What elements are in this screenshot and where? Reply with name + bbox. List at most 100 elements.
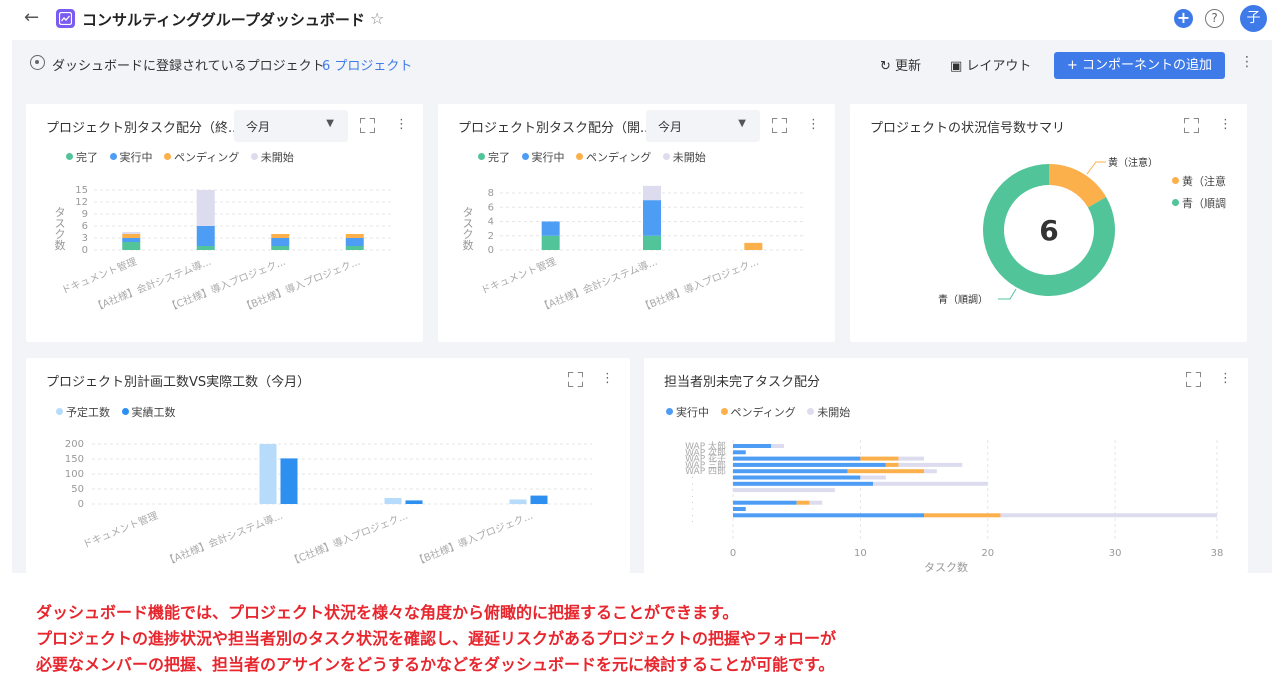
y-tick-label: 9 [82,209,88,220]
y-tick-label: 200 [65,439,84,450]
x-tick-label: 【B社様】導入プロジェク... [240,255,362,314]
y-axis-label-char: 数 [463,239,474,252]
caption-line: ダッシュボード機能では、プロジェクト状況を様々な角度から俯瞰的に把握することがで… [36,603,739,622]
y-tick-label: 6 [488,202,494,213]
bar-segment [643,200,661,236]
bar-segment [885,462,899,467]
donut-slice [1049,164,1107,208]
bar-segment [271,246,290,250]
bar-segment [771,444,784,448]
bar-segment [541,235,560,250]
y-tick-label: 100 [65,469,84,480]
assignee-chart: 0 10 20 30 38タスク数WAP 太郎WAP 次郎WAP 花子WAP 三郎WAP… [685,440,1224,573]
bar-segment [924,513,1001,518]
explanation-caption: ダッシュボード機能では、プロジェクト状況を様々な角度から俯瞰的に把握することがで… [36,600,1266,678]
y-tick-label: 3 [82,233,88,244]
bar-segment [643,235,661,250]
y-tick-label: 8 [488,188,494,199]
back-arrow-icon[interactable]: ← [24,9,44,29]
x-tick-label: 【B社様】導入プロジェク... [413,509,535,568]
user-avatar[interactable]: 子 [1240,5,1267,32]
y-tick-label: 0 [488,245,494,256]
bar-segment [847,469,925,474]
bar-segment [860,475,886,480]
add-component-button[interactable]: + コンポーネントの追加 [1054,52,1225,79]
y-tick-label: 150 [65,454,84,465]
bar-segment [733,507,746,511]
layout-label: レイアウト [966,59,1032,74]
legend-item[interactable]: 黄（注意 [1172,171,1226,193]
y-tick-label: 2 [488,231,494,242]
target-icon [30,55,45,70]
x-tick-label: 【C社様】導入プロジェク... [287,509,409,568]
bar-segment [733,462,886,467]
donut-center-value: 6 [1039,214,1058,247]
dashboard-app-icon [56,9,75,28]
card-task-distribution-start: プロジェクト別タスク配分（開... 今月 ▼ ⋮ 完了 実行中 ペンディング 未… [438,104,835,342]
x-tick-label: 20 [981,548,994,559]
x-tick-label: 30 [1109,548,1122,559]
bar-segment [122,232,141,234]
bar-segment [643,185,661,201]
bar-segment [345,246,364,250]
bar-segment [733,500,797,505]
bar-segment [196,226,215,246]
task-done-chart: 03691215タスク数ドキュメント管理【A社様】会計システム導...【C社様】… [55,185,392,314]
callout-label: 黄（注意） [1108,156,1158,169]
bar [405,500,423,504]
bar-segment [898,462,963,467]
bar [259,444,277,504]
dashboard-toolbar: ダッシュボードに登録されているプロジェクト 6 プロジェクト ↻ 更新 ▣ レイ… [12,40,1272,86]
bar-segment [796,500,810,505]
bar-segment [809,500,823,505]
card-status-summary: プロジェクトの状況信号数サマリ ⋮ 6 黄（注意） 青（順調） 黄（注意 青（順調 [850,104,1247,342]
x-tick-label: 10 [854,548,867,559]
help-icon[interactable]: ? [1205,9,1224,28]
y-tick-label: 50 [71,484,84,495]
refresh-button[interactable]: ↻ 更新 [880,55,921,74]
x-tick-label: 【A社様】会計システム導... [163,509,285,568]
bar-segment [744,242,763,250]
y-tick-label: 12 [75,197,88,208]
y-axis-label-char: 数 [55,239,66,252]
top-bar: ← コンサルティンググループダッシュボード ☆ + ? 子 [0,0,1284,38]
bar [509,499,527,504]
x-tick-label: ドキュメント管理 [479,255,558,297]
bar-segment [122,238,141,242]
registered-projects-count-link[interactable]: 6 プロジェクト [322,55,412,74]
more-menu-icon[interactable]: ⋮ [1240,54,1254,70]
layout-button[interactable]: ▣ レイアウト [950,55,1031,74]
bar-segment [733,450,746,455]
y-tick-label: 0 [82,245,88,256]
create-plus-icon[interactable]: + [1174,9,1193,28]
page-title: コンサルティンググループダッシュボード [82,11,365,29]
bar-segment [1000,513,1217,518]
y-tick-label: 15 [75,185,88,196]
plan-actual-chart: 0 50 100 150 200 ドキュメント管理 【A社様】会計システム導... 【C社様】… [65,439,592,568]
card-plan-vs-actual: プロジェクト別計画工数VS実際工数（今月） ⋮ 予定工数 実績工数 0 50 100… [26,358,630,573]
status-donut-chart: 6 黄（注意） 青（順調） [938,156,1158,306]
x-tick-label: 0 [730,548,736,559]
y-tick-label: 0 [78,499,84,510]
y-tick-label: · [691,518,694,528]
task-start-chart: 02468タスク数ドキュメント管理【A社様】会計システム導...【B社様】導入プ… [463,185,804,314]
bar-segment [122,242,141,250]
refresh-icon: ↻ [880,59,896,74]
bar-segment [122,234,141,238]
card-assignee-tasks: 担当者別未完了タスク配分 ⋮ 実行中 ペンディング 未開始 0 10 20 30 38 タ… [644,358,1248,573]
x-tick-label: ドキュメント管理 [81,509,160,551]
favorite-star-icon[interactable]: ☆ [370,9,384,28]
chart-legend: 黄（注意 青（順調 [1172,171,1226,215]
callout-label: 青（順調） [938,293,988,306]
bar-segment [733,513,925,518]
legend-item[interactable]: 青（順調 [1172,193,1226,215]
x-tick-label: 【C社様】導入プロジェク... [165,255,287,314]
bar-segment [860,456,899,461]
bar-segment [733,444,772,448]
bar-segment [733,481,874,486]
bar-segment [733,456,861,461]
callout-line [1086,161,1106,175]
x-tick-label: 38 [1211,548,1224,559]
bar-segment [733,475,861,480]
bar-segment [733,469,848,474]
